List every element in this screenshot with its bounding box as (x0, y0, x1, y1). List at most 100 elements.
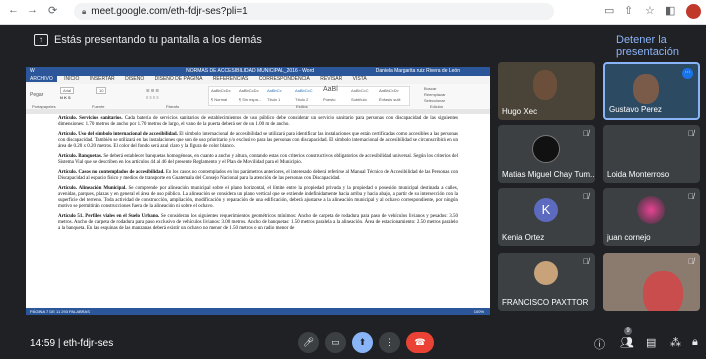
zoom-level[interactable]: 100% (474, 308, 484, 315)
paragraph: Artículo. Uso del símbolo internacional … (58, 132, 458, 150)
host-controls-icon[interactable]: 🔒︎ (692, 336, 698, 349)
font-select[interactable]: Arial (60, 87, 75, 94)
mic-off-icon: 🎙̸ (583, 192, 589, 201)
info-icon[interactable]: ⓘ (594, 336, 605, 352)
tab-inicio[interactable]: INICIO (64, 76, 79, 82)
presenting-text: Estás presentando tu pantalla a los demá… (54, 34, 262, 46)
mic-off-icon: 🎙̸ (688, 192, 694, 201)
participant-tile[interactable]: 🎙̸ FRANCISCO PAXTTOR (498, 253, 595, 311)
microphone-button[interactable]: 🎤︎ (298, 332, 319, 353)
profile-icon[interactable] (686, 4, 701, 19)
list-icon[interactable]: ☰ ☰ ☰ (146, 88, 159, 93)
mic-off-icon: 🎙̸ (583, 257, 589, 266)
find-button[interactable]: Buscar (424, 86, 436, 91)
screen-share-icon[interactable]: ▭ (604, 4, 614, 17)
document-page[interactable]: Artículo. Servicios sanitarios. Cada bat… (50, 114, 466, 306)
tab-correspondencia[interactable]: CORRESPONDENCIA (259, 76, 310, 82)
replace-button[interactable]: Reemplazar (424, 92, 446, 97)
font-size-select[interactable]: 10 (96, 87, 107, 94)
participant-tile[interactable]: 🎙̸ Matias Miguel Chay Tum... (498, 125, 595, 183)
tab-archivo[interactable]: ARCHIVO (26, 76, 57, 82)
style-normal[interactable]: AaBbCcDc (211, 88, 231, 93)
paste-button[interactable]: Pegar (30, 92, 43, 98)
align-icon[interactable]: ≡ ≡ ≡ ≡ (146, 95, 159, 100)
participant-avatar (637, 196, 665, 224)
mic-off-icon: 🎙̸ (688, 257, 694, 266)
ribbon-tabs: ARCHIVO INICIO INSERTAR DISEÑO DISEÑO DE… (26, 76, 490, 84)
participant-name: Loida Monterroso (607, 170, 670, 179)
word-title-bar: W NORMAS DE ACCESIBILIDAD MUNICIPAL_2016… (26, 67, 490, 76)
more-options-button[interactable]: ⋮ (379, 332, 400, 353)
participant-name: juan cornejo (607, 233, 651, 242)
tab-referencias[interactable]: REFERENCIAS (213, 76, 249, 82)
participant-name: FRANCISCO PAXTTOR (502, 298, 589, 307)
paragraph-heading: Artículo. Casos no contemplados de acces… (58, 170, 165, 175)
participant-tile[interactable]: Hugo Xec (498, 62, 595, 120)
style-heading-2[interactable]: AaBbCcC (295, 88, 313, 93)
style-name-subtitle: Subtítulo (351, 97, 367, 102)
reload-icon[interactable]: ⟳ (48, 4, 57, 17)
paragraph: Artículo 51. Perfiles viales en el Suelo… (58, 214, 458, 232)
participant-tile[interactable]: K 🎙̸ Kenia Ortez (498, 188, 595, 246)
select-button[interactable]: Seleccionar (424, 98, 445, 103)
participant-avatar-initial: K (534, 198, 558, 222)
participant-video (643, 271, 683, 311)
end-call-button[interactable]: ☎ (406, 332, 434, 353)
browser-toolbar: ← → ⟳ 🔒︎ meet.google.com/eth-fdjr-ses?pli… (0, 0, 706, 25)
paragraph-heading: Artículo. Alineación Municipal. (58, 186, 127, 191)
style-heading-1[interactable]: AaBbCc (267, 88, 282, 93)
bold-button[interactable]: N K S (60, 95, 71, 100)
style-subtle-emphasis[interactable]: AaBbCcDc (379, 88, 399, 93)
lock-icon: 🔒︎ (82, 7, 87, 16)
style-no-spacing[interactable]: AaBbCcDc (239, 88, 259, 93)
paragraph-text: Se deberá establecer banquetas homogénea… (58, 154, 458, 165)
meeting-code: eth-fdjr-ses (63, 338, 114, 349)
ribbon: Pegar Arial 10 N K S ☰ ☰ ☰ ≡ ≡ ≡ ≡ AaBbC… (26, 84, 490, 110)
tab-vista[interactable]: VISTA (353, 76, 367, 82)
participant-tile[interactable]: 🎙̸ (603, 253, 700, 311)
style-name-heading-2: Título 2 (295, 97, 309, 102)
participant-tile[interactable]: 🎙̸ juan cornejo (603, 188, 700, 246)
stop-presenting-button[interactable]: Detener la presentación (616, 34, 706, 58)
sidebar-icon[interactable]: ◧ (665, 4, 675, 17)
activities-icon[interactable]: ⁂ (670, 336, 681, 349)
paragraph-heading: Artículo. Banquetas. (58, 154, 103, 159)
share-icon[interactable]: ⇧ (624, 4, 633, 17)
presenting-banner: ↑ Estás presentando tu pantalla a los de… (0, 25, 706, 58)
paragraph-heading: Artículo 51. Perfiles viales en el Suelo… (58, 214, 160, 219)
style-name-subtle-emphasis: Énfasis sutil (379, 97, 401, 102)
participant-avatar (534, 261, 558, 285)
speaking-indicator-icon: ⋯ (682, 68, 693, 79)
tab-diseno-pagina[interactable]: DISEÑO DE PÁGINA (155, 76, 203, 82)
participant-name: Hugo Xec (502, 107, 538, 116)
tab-revisar[interactable]: REVISAR (320, 76, 342, 82)
mic-off-icon: 🎙̸ (688, 129, 694, 138)
style-title[interactable]: AaBl (323, 86, 338, 93)
meeting-info: 14:59 | eth-fdjr-ses (30, 338, 113, 349)
tab-insertar[interactable]: INSERTAR (90, 76, 115, 82)
present-screen-icon: ↑ (34, 34, 48, 46)
paragraph: Artículo. Servicios sanitarios. Cada bat… (58, 116, 458, 128)
style-name-normal: ¶ Normal (211, 97, 228, 102)
meeting-controls-bar: 14:59 | eth-fdjr-ses 🎤︎ ▭ ⬆ ⋮ ☎ ⓘ 9 👥︎ ▤… (0, 325, 706, 359)
paragraph-heading: Artículo. Servicios sanitarios. (58, 116, 123, 121)
word-app-icon: W (30, 68, 35, 74)
word-doc-title: NORMAS DE ACCESIBILIDAD MUNICIPAL_2016 -… (186, 68, 315, 74)
tab-diseno[interactable]: DISEÑO (125, 76, 144, 82)
star-icon[interactable]: ☆ (645, 4, 655, 17)
style-subtitle[interactable]: AaBbCcC (351, 88, 369, 93)
present-button[interactable]: ⬆ (352, 332, 373, 353)
participant-tile-active[interactable]: ⋯ Gustavo Perez (603, 62, 700, 120)
clock-time: 14:59 (30, 338, 56, 349)
paragraph: Artículo. Alineación Municipal. Se compr… (58, 186, 458, 210)
participant-tile[interactable]: 🎙̸ Loida Monterroso (603, 125, 700, 183)
forward-arrow-icon[interactable]: → (27, 4, 38, 16)
participant-video (633, 74, 659, 104)
chat-icon[interactable]: ▤ (646, 336, 656, 349)
camera-button[interactable]: ▭ (325, 332, 346, 353)
style-name-heading-1: Título 1 (267, 97, 281, 102)
address-bar[interactable]: 🔒︎ meet.google.com/eth-fdjr-ses?pli=1 (74, 3, 554, 20)
back-arrow-icon[interactable]: ← (8, 4, 19, 16)
people-icon[interactable]: 👥︎ (620, 336, 634, 349)
mic-off-icon: 🎙̸ (583, 129, 589, 138)
